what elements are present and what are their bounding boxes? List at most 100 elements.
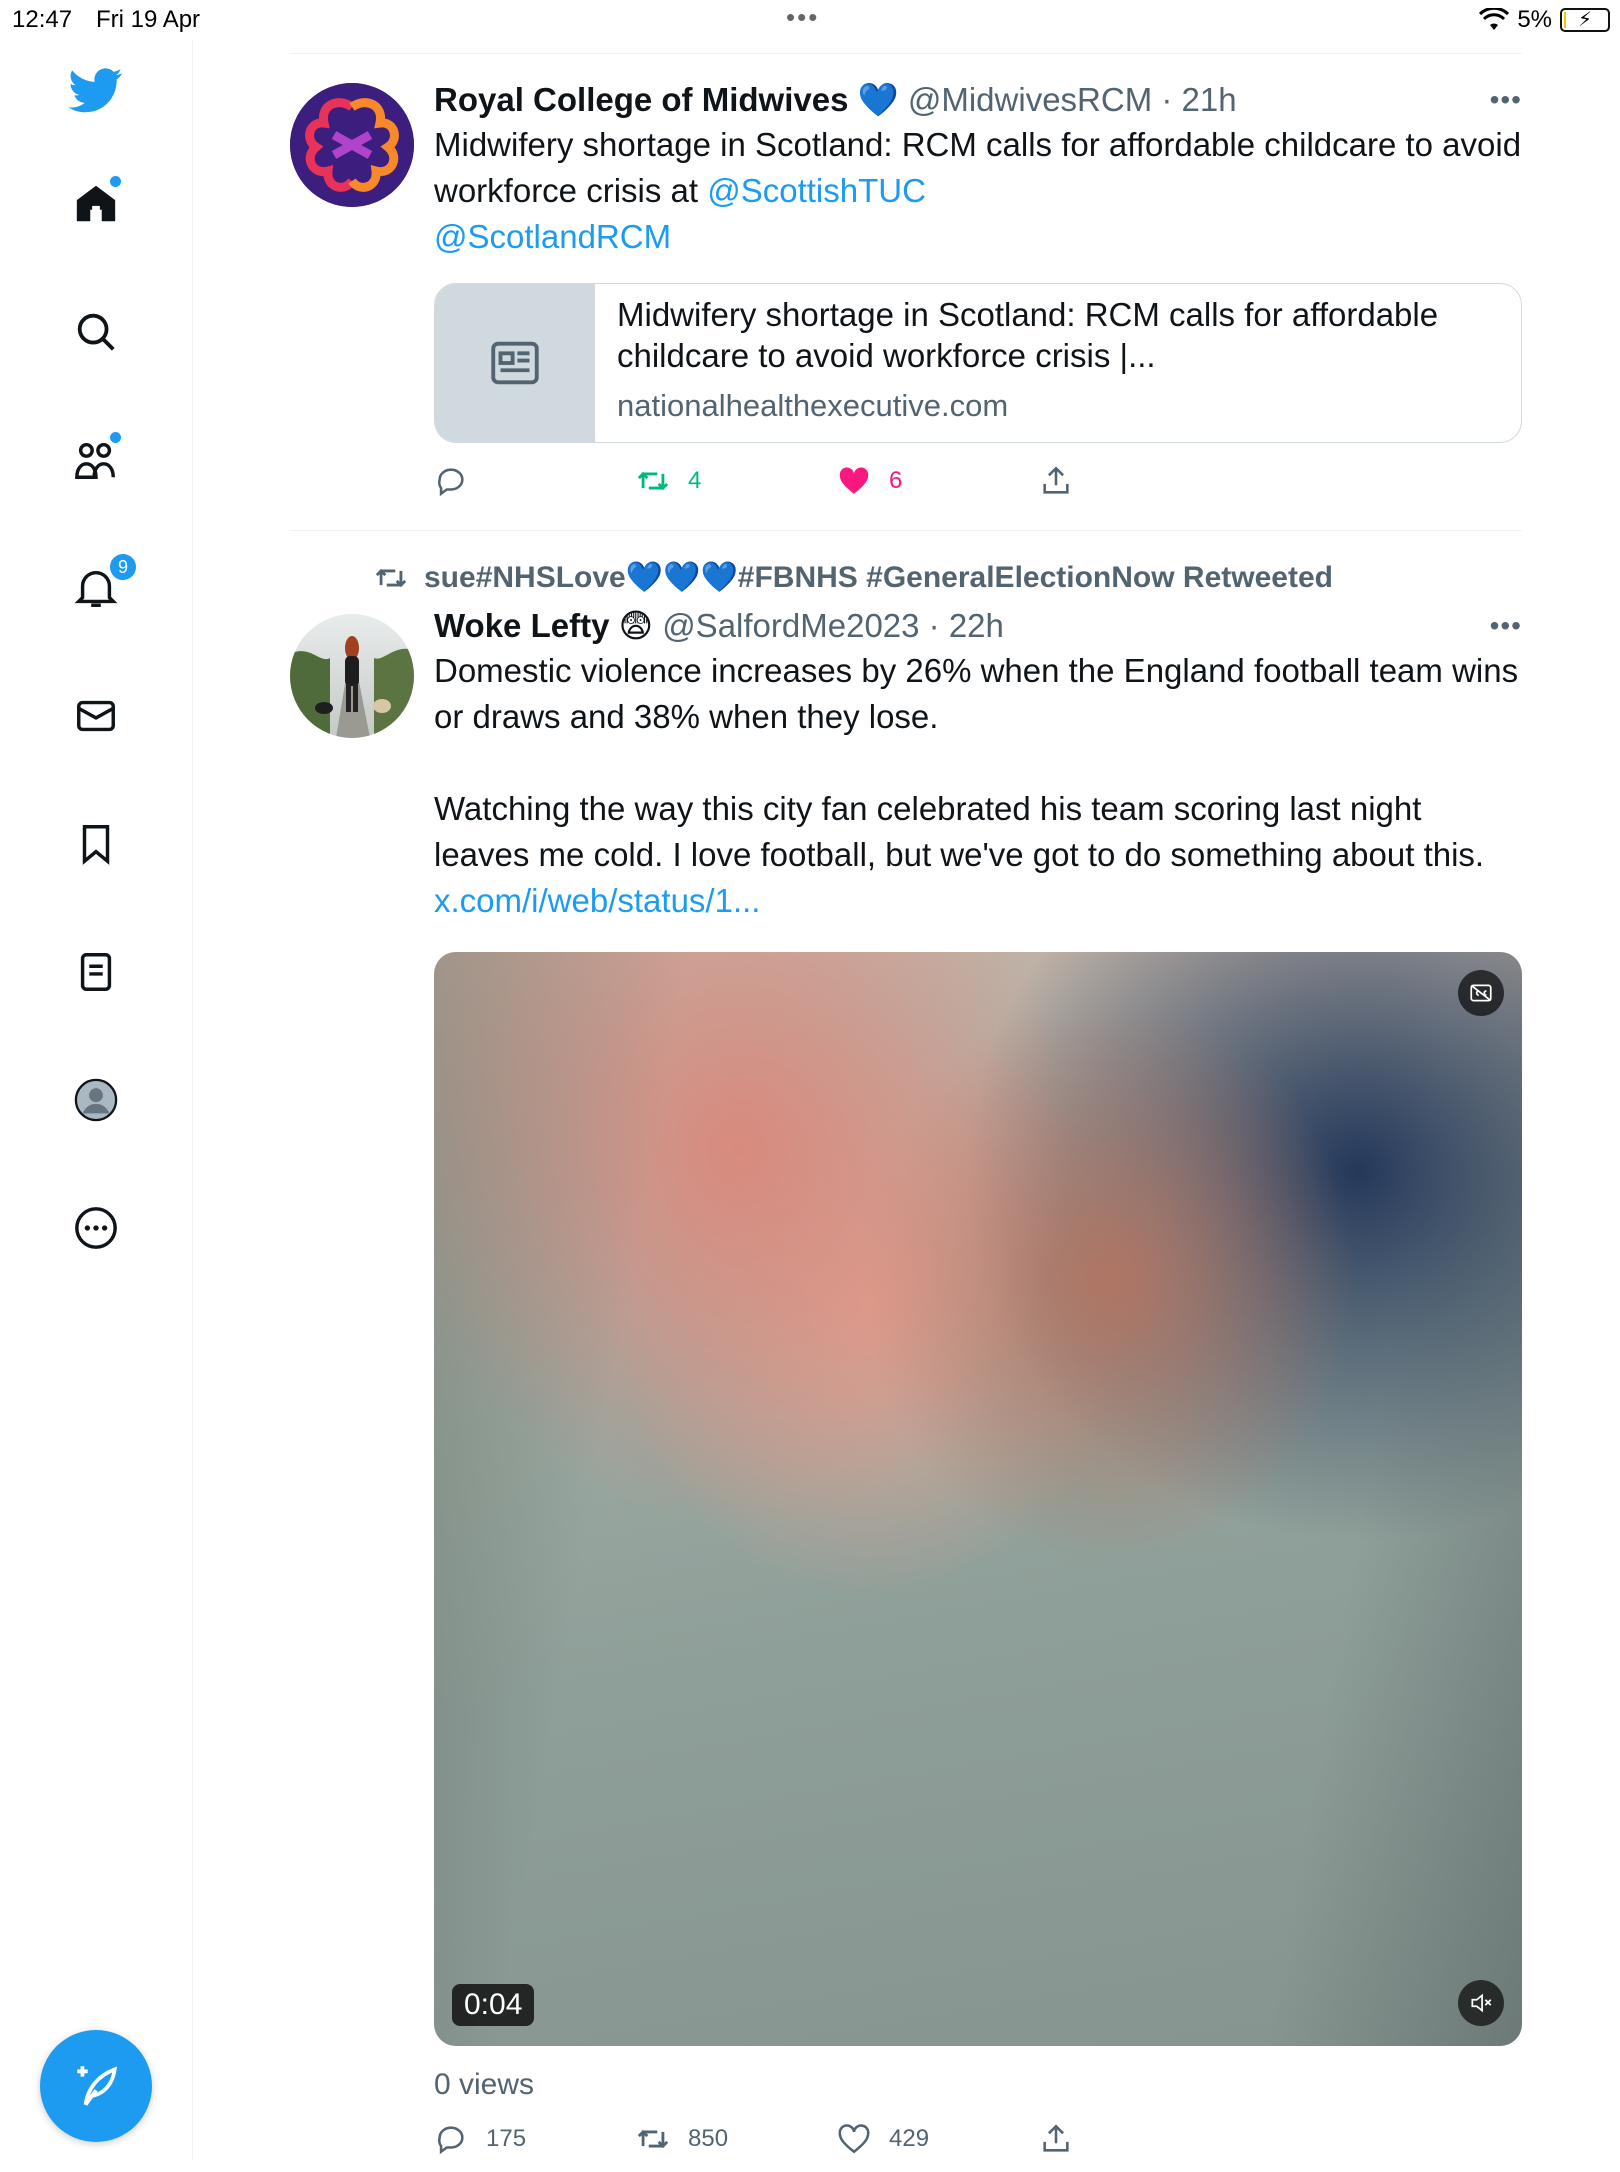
reply-icon <box>438 2126 464 2155</box>
share-icon <box>1043 466 1069 494</box>
tweet-actions: 4 6 <box>434 464 1522 514</box>
captions-button[interactable] <box>1458 970 1504 1016</box>
mail-icon <box>77 700 115 732</box>
like-button[interactable]: 6 <box>837 464 902 498</box>
retweet-button[interactable]: 4 <box>636 464 701 498</box>
home-unread-dot <box>110 176 121 187</box>
captions-icon <box>1470 984 1492 1002</box>
status-right: 5% ⚡ <box>1479 6 1610 34</box>
share-button[interactable] <box>1039 464 1073 498</box>
sidebar-item-profile[interactable] <box>66 1070 126 1130</box>
expand-link[interactable]: x.com/i/web/status/1... <box>434 882 760 919</box>
tweet-content: Royal College of Midwives 💙 @MidwivesRCM… <box>434 80 1522 260</box>
battery-fill <box>1564 12 1567 28</box>
sidebar-item-messages[interactable] <box>66 686 126 746</box>
status-date: Fri 19 Apr <box>96 6 201 33</box>
bookmark-icon <box>82 825 110 865</box>
compose-icon <box>77 2066 118 2106</box>
tweet-actions: 175 850 429 <box>434 2122 1522 2172</box>
like-button[interactable]: 429 <box>837 2122 929 2156</box>
reply-button[interactable] <box>434 464 486 498</box>
notifications-badge: 9 <box>108 552 138 582</box>
author-name[interactable]: Royal College of Midwives <box>434 81 848 118</box>
woman-walking-dogs-avatar <box>290 614 414 738</box>
sidebar-item-bookmarks[interactable] <box>66 814 126 874</box>
more-circle-icon <box>75 1207 117 1249</box>
heart-filled-icon <box>839 467 869 494</box>
sidebar-item-lists[interactable] <box>66 942 126 1002</box>
like-count: 429 <box>889 2125 930 2152</box>
tweet-divider <box>290 530 1522 531</box>
tweet-paragraph-text: Watching the way this city fan celebrate… <box>434 790 1485 873</box>
tweet-paragraph: Watching the way this city fan celebrate… <box>434 786 1522 924</box>
like-count: 6 <box>889 467 903 494</box>
author-handle-time[interactable]: @SalfordMe2023 · 22h <box>662 607 1004 644</box>
feed-top-divider <box>290 53 1522 54</box>
tweet-text-body: Midwifery shortage in Scotland: RCM call… <box>434 126 1522 209</box>
share-button[interactable] <box>1039 2122 1073 2156</box>
video-timestamp: 0:04 <box>452 1984 535 2026</box>
reply-count: 175 <box>486 2125 527 2152</box>
reply-icon <box>438 468 464 497</box>
video-player[interactable]: 0:04 <box>434 952 1522 2046</box>
retweet-button[interactable]: 850 <box>636 2122 728 2156</box>
battery-icon: ⚡ <box>1560 8 1610 32</box>
card-title: Midwifery shortage in Scotland: RCM call… <box>617 296 1439 374</box>
avatar[interactable] <box>290 83 414 207</box>
view-count: 0 views <box>434 2068 535 2101</box>
article-icon <box>491 341 539 385</box>
tweet[interactable]: Royal College of Midwives 💙 @MidwivesRCM… <box>290 80 1522 520</box>
sidebar-item-notifications[interactable]: 9 <box>66 552 138 618</box>
tweet-paragraph: Domestic violence increases by 26% when … <box>434 652 1519 735</box>
retweeted-by-label[interactable]: sue#NHSLove💙💙💙#FBNHS #GeneralElectionNow… <box>374 560 1333 595</box>
profile-icon <box>74 1078 118 1122</box>
compose-button[interactable] <box>40 2030 152 2142</box>
wifi-icon <box>1479 8 1510 30</box>
sidebar-item-more[interactable] <box>66 1198 126 1258</box>
sidebar-item-communities[interactable] <box>66 430 126 490</box>
battery-percent: 5% <box>1517 6 1552 33</box>
status-time: 12:47 <box>12 6 73 33</box>
list-icon <box>80 953 112 991</box>
tweet[interactable]: sue#NHSLove💙💙💙#FBNHS #GeneralElectionNow… <box>290 550 1522 2160</box>
card-thumbnail <box>435 284 595 442</box>
multitasking-dots[interactable]: ••• <box>786 2 819 33</box>
retweeted-by-text: sue#NHSLove💙💙💙#FBNHS #GeneralElectionNow… <box>424 561 1333 594</box>
twitter-logo-icon[interactable] <box>66 60 126 120</box>
sidebar-item-home[interactable] <box>66 174 126 234</box>
more-options-icon[interactable]: ••• <box>1490 610 1522 642</box>
mention-link[interactable]: @ScotlandRCM <box>434 218 671 255</box>
retweet-count: 850 <box>688 2125 729 2152</box>
tweet-text: Midwifery shortage in Scotland: RCM call… <box>434 122 1522 260</box>
tweet-content: Woke Lefty 😨 @SalfordMe2023 · 22h ••• Do… <box>434 606 1522 924</box>
sidebar-item-explore[interactable] <box>66 302 126 362</box>
card-body: Midwifery shortage in Scotland: RCM call… <box>595 284 1521 442</box>
card-domain: nationalhealthexecutive.com <box>617 388 1009 423</box>
author-handle-time[interactable]: @MidwivesRCM · 21h <box>908 81 1237 118</box>
retweet-icon <box>375 568 407 587</box>
more-options-icon[interactable]: ••• <box>1490 84 1522 116</box>
retweet-icon <box>637 2129 669 2149</box>
home-icon <box>76 185 116 222</box>
link-card[interactable]: Midwifery shortage in Scotland: RCM call… <box>434 283 1522 443</box>
heart-outline-icon <box>838 2124 870 2154</box>
rcm-logo-icon <box>290 83 414 207</box>
video-frame <box>434 952 1522 2046</box>
charging-bolt-icon: ⚡ <box>1578 9 1593 31</box>
status-bar: 12:47 Fri 19 Apr ••• 5% ⚡ <box>0 0 1620 40</box>
reply-button[interactable]: 175 <box>434 2122 526 2156</box>
retweet-count: 4 <box>688 467 702 494</box>
tweet-header: Royal College of Midwives 💙 @MidwivesRCM… <box>434 80 1522 120</box>
tweet-header: Woke Lefty 😨 @SalfordMe2023 · 22h <box>434 606 1522 646</box>
communities-unread-dot <box>110 432 121 443</box>
mention-link[interactable]: @ScottishTUC <box>707 172 926 209</box>
verified-heart-emoji: 💙 <box>857 81 899 118</box>
avatar[interactable] <box>290 614 414 738</box>
author-name[interactable]: Woke Lefty <box>434 607 609 644</box>
sidebar-nav: 9 <box>0 40 193 2160</box>
retweet-icon <box>637 471 669 491</box>
tweet-text: Domestic violence increases by 26% when … <box>434 648 1522 924</box>
search-icon <box>77 313 115 351</box>
unmute-button[interactable] <box>1458 1980 1504 2026</box>
share-icon <box>1043 2124 1069 2152</box>
